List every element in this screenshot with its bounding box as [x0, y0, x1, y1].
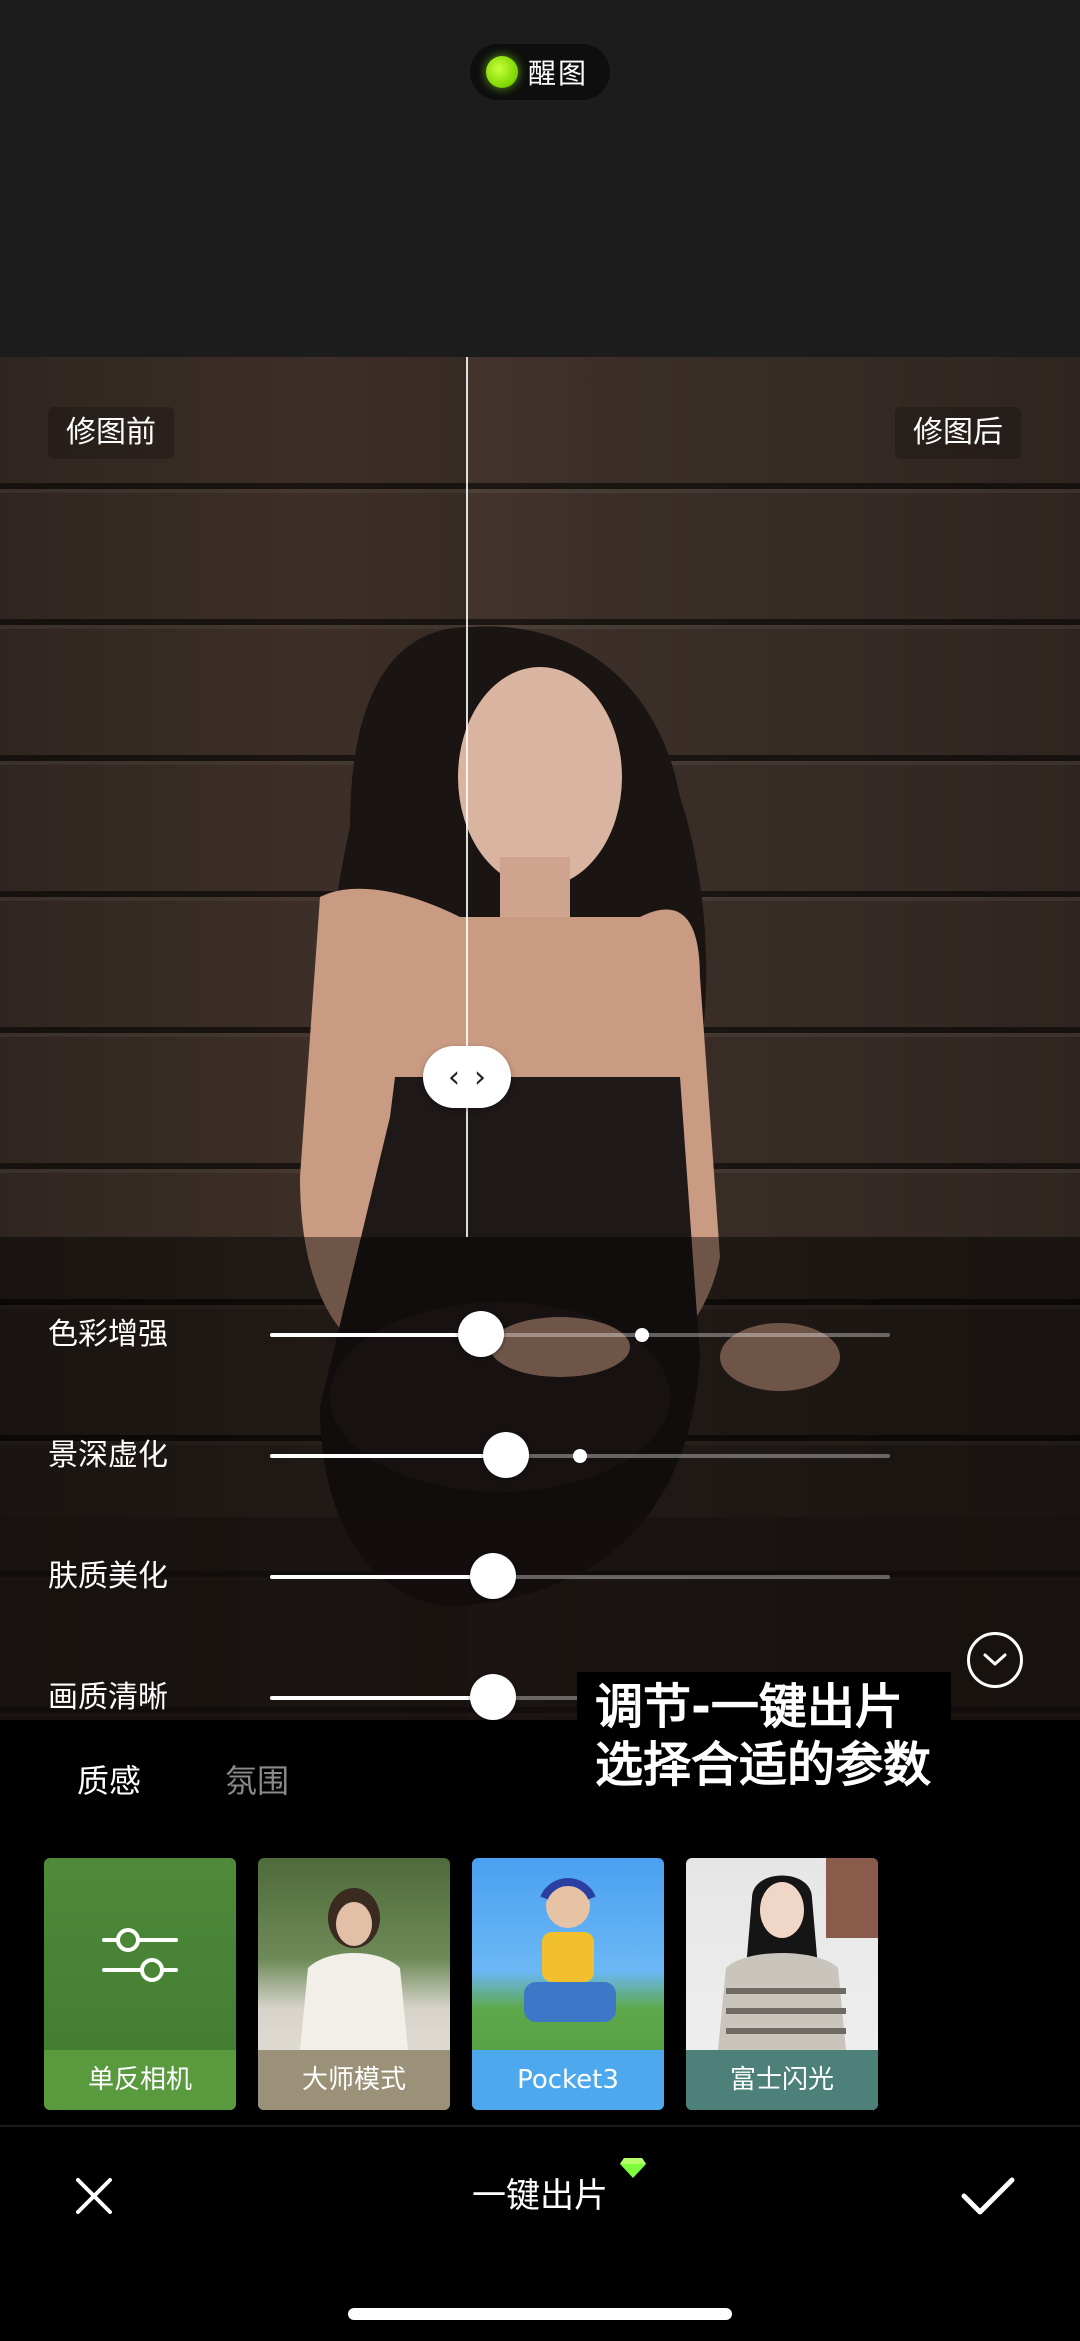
caption-line-2: 选择合适的参数: [595, 1737, 932, 1793]
chevron-right-icon: ›: [474, 1059, 486, 1095]
slider-depth-blur[interactable]: 景深虚化: [0, 1416, 1080, 1496]
slider-label: 画质清晰: [48, 1680, 168, 1715]
preset-thumbnail: [718, 1858, 878, 2050]
preset-master-mode[interactable]: 大师模式: [258, 1858, 450, 2110]
preset-pocket3[interactable]: Pocket3: [472, 1858, 664, 2110]
after-label: 修图后: [895, 407, 1021, 459]
slider-thumb[interactable]: [470, 1674, 517, 1720]
preset-label: 富士闪光: [686, 2050, 878, 2110]
top-bar: 醒图: [0, 0, 1080, 357]
chevron-down-icon: [983, 1653, 1007, 1666]
slider-label: 景深虚化: [48, 1438, 168, 1473]
photo-preview[interactable]: ‹ › 修图前 修图后 色彩增强 景深虚化 肤质美化 画质清晰: [0, 357, 1080, 1720]
slider-skin-beautify[interactable]: 肤质美化: [0, 1537, 1080, 1617]
app-badge-label: 醒图: [528, 57, 589, 90]
adjustment-sliders: 色彩增强 景深虚化 肤质美化 画质清晰: [0, 1237, 1080, 1720]
chevron-left-icon: ‹: [448, 1059, 460, 1095]
tutorial-caption: 调节-一键出片 选择合适的参数: [577, 1672, 952, 1802]
slider-fill: [270, 1696, 494, 1700]
check-icon[interactable]: [958, 2170, 1018, 2222]
preset-thumbnail: [524, 1878, 616, 2022]
diamond-icon: [620, 2158, 646, 2178]
app-logo-icon: [486, 56, 518, 88]
sliders-icon: [102, 1928, 178, 1982]
slider-fill: [270, 1333, 481, 1337]
before-label: 修图前: [48, 407, 174, 459]
app-badge[interactable]: 醒图: [470, 44, 610, 100]
slider-fill: [270, 1454, 506, 1458]
slider-reference-dot: [635, 1328, 649, 1342]
slider-thumb[interactable]: [482, 1432, 529, 1478]
slider-label: 色彩增强: [48, 1317, 168, 1352]
slider-fill: [270, 1575, 494, 1579]
slider-color-enhance[interactable]: 色彩增强: [0, 1295, 1080, 1375]
collapse-sliders-button[interactable]: [967, 1632, 1023, 1688]
slider-thumb[interactable]: [470, 1553, 517, 1599]
preset-label: Pocket3: [472, 2050, 664, 2110]
slider-reference-dot: [573, 1449, 587, 1463]
preset-dslr[interactable]: 单反相机: [44, 1858, 236, 2110]
divider: [0, 2125, 1080, 2127]
preset-label: 大师模式: [258, 2050, 450, 2110]
compare-drag-handle[interactable]: ‹ ›: [423, 1046, 511, 1108]
tab-mood[interactable]: 氛围: [225, 1757, 289, 1805]
preset-label: 单反相机: [44, 2050, 236, 2110]
preset-thumbnail: [300, 1888, 408, 2050]
caption-line-1: 调节-一键出片: [595, 1679, 903, 1735]
slider-thumb[interactable]: [457, 1311, 504, 1357]
page-title: 一键出片: [472, 2176, 608, 2216]
preset-fuji-flash[interactable]: 富士闪光: [686, 1858, 878, 2110]
home-indicator: [348, 2308, 732, 2320]
slider-label: 肤质美化: [48, 1559, 168, 1594]
tab-texture[interactable]: 质感: [77, 1757, 141, 1805]
